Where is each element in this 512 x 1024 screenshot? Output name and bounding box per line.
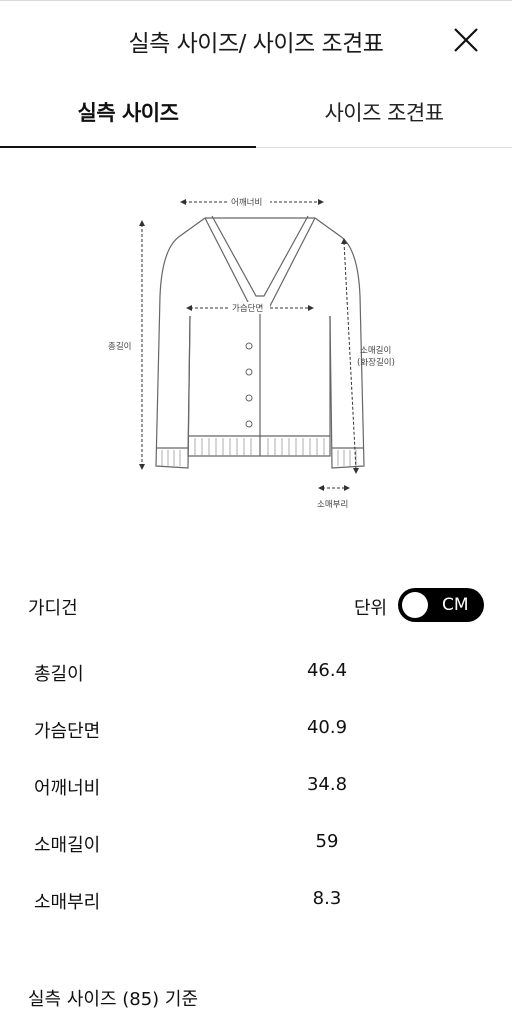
label-chest: 가슴단면: [232, 303, 263, 314]
size-basis-note: 실측 사이즈 (85) 기준: [28, 989, 199, 1010]
measurement-value: 34.8: [306, 774, 348, 795]
label-sleeve-length: 소매길이: [360, 345, 391, 356]
measurement-label: 어깨너비: [34, 778, 101, 799]
table-row: 총길이 46.4: [0, 650, 512, 707]
measurement-label: 소매길이: [34, 835, 101, 856]
unit-toggle[interactable]: CM: [398, 588, 484, 622]
measurement-label: 소매부리: [34, 892, 101, 913]
measurement-value: 40.9: [306, 717, 348, 738]
tab-actual-size[interactable]: 실측 사이즈: [0, 88, 256, 148]
close-icon: [454, 28, 478, 52]
label-total-length: 총길이: [108, 341, 131, 352]
measurement-value: 59: [315, 831, 339, 852]
table-row: 소매길이 59: [0, 821, 512, 878]
table-row: 가슴단면 40.9: [0, 707, 512, 764]
product-header: 가디건 단위 CM: [0, 586, 512, 626]
tab-size-chart[interactable]: 사이즈 조견표: [256, 88, 512, 148]
label-sleeve-length-sub: (화장길이): [357, 357, 395, 368]
cardigan-diagram: 어깨너비 가슴단면 총길이 소매길이 (화장길이) 소매부리: [100, 186, 410, 516]
close-button[interactable]: [448, 22, 484, 58]
label-cuff: 소매부리: [317, 500, 348, 510]
label-shoulder: 어깨너비: [231, 197, 262, 208]
measurement-value: 46.4: [306, 660, 348, 681]
measurement-label: 총길이: [34, 664, 84, 685]
cardigan-illustration: 어깨너비 가슴단면 총길이 소매길이 (화장길이) 소매부리: [108, 196, 395, 510]
measurement-label: 가슴단면: [34, 721, 101, 742]
modal-header: 실측 사이즈/ 사이즈 조견표: [0, 0, 512, 80]
measurement-value: 8.3: [312, 888, 342, 909]
unit-label: 단위: [354, 598, 388, 619]
measurement-table: 총길이 46.4 가슴단면 40.9 어깨너비 34.8 소매길이 59 소매부…: [0, 650, 512, 935]
modal-title: 실측 사이즈/ 사이즈 조견표: [128, 31, 384, 57]
unit-value: CM: [442, 595, 469, 615]
table-row: 소매부리 8.3: [0, 878, 512, 935]
table-row: 어깨너비 34.8: [0, 764, 512, 821]
unit-toggle-knob: [402, 592, 428, 618]
product-name: 가디건: [28, 598, 78, 619]
tab-bar: 실측 사이즈 사이즈 조견표: [0, 88, 512, 148]
